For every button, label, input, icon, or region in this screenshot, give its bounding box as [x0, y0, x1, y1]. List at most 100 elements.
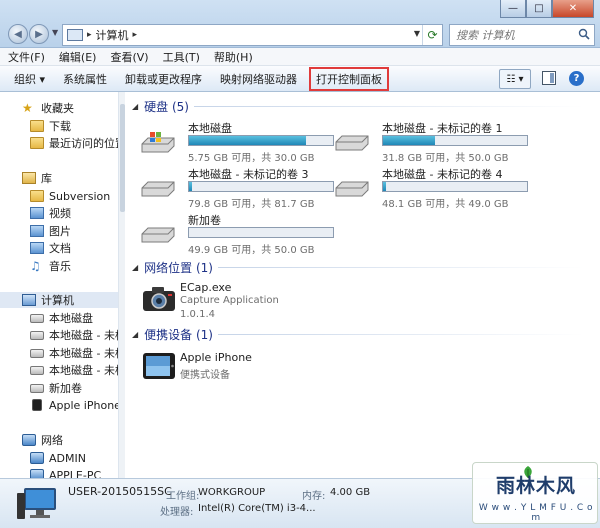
- nav-computer[interactable]: 计算机: [0, 292, 118, 308]
- preview-pane-icon[interactable]: [542, 71, 556, 85]
- drive-usage-bar: [188, 135, 334, 146]
- nav-apple-iphone[interactable]: Apple iPhone: [30, 397, 121, 413]
- drive-usage-bar: [188, 181, 334, 192]
- nav-drive-unlabeled-4[interactable]: 本地磁盘 - 未标记: [30, 362, 124, 378]
- nav-subversion[interactable]: Subversion: [30, 188, 110, 204]
- item-type: 便携式设备: [180, 370, 230, 381]
- folder-icon: [30, 190, 44, 202]
- network-computer-icon: [30, 452, 44, 464]
- drive-tile[interactable]: 本地磁盘 5.75 GB 可用，共 30.0 GB: [136, 120, 334, 164]
- minimize-button[interactable]: —: [500, 0, 526, 18]
- nav-label: ADMIN: [49, 451, 86, 465]
- nav-label: 音乐: [49, 260, 71, 273]
- nav-label: Apple iPhone: [49, 398, 121, 412]
- drive-space-info: 31.8 GB 可用，共 50.0 GB: [382, 153, 509, 164]
- star-icon: ★: [22, 101, 33, 115]
- drive-space-info: 79.8 GB 可用，共 81.7 GB: [188, 199, 315, 210]
- drive-usage-bar: [382, 181, 528, 192]
- nav-drive-unlabeled-3[interactable]: 本地磁盘 - 未标记: [30, 345, 124, 361]
- nav-network-apple-pc[interactable]: APPLE-PC: [30, 467, 101, 478]
- network-computer-icon: [30, 469, 44, 478]
- search-input[interactable]: [456, 28, 566, 42]
- group-divider: [194, 106, 584, 107]
- nav-new-volume[interactable]: 新加卷: [30, 380, 82, 396]
- nav-music[interactable]: ♫ 音乐: [30, 258, 71, 274]
- hard-drive-icon: [30, 365, 44, 375]
- workgroup-label: 工作组:: [166, 491, 200, 502]
- menu-file[interactable]: 文件(F): [8, 49, 45, 65]
- scrollbar-thumb[interactable]: [120, 104, 125, 212]
- hard-drive-icon: [335, 181, 369, 197]
- camera-icon: [143, 287, 175, 311]
- hard-drive-icon: [30, 313, 44, 323]
- nav-label: 库: [41, 172, 52, 185]
- group-header-portable-devices[interactable]: ◢ 便携设备 (1): [132, 326, 213, 343]
- nav-label: 本地磁盘 - 未标记: [49, 364, 124, 377]
- recent-pages-dropdown[interactable]: ▼: [52, 28, 58, 37]
- nav-libraries[interactable]: 库: [22, 170, 52, 186]
- nav-videos[interactable]: 视频: [30, 205, 71, 221]
- nav-downloads[interactable]: 下载: [30, 118, 71, 134]
- organize-button[interactable]: 组织 ▾: [14, 71, 45, 87]
- group-title: 便携设备 (1): [144, 328, 213, 342]
- drive-tile[interactable]: 本地磁盘 - 未标记的卷 4 48.1 GB 可用，共 49.0 GB: [330, 166, 528, 210]
- memory-label: 内存:: [302, 491, 326, 502]
- help-icon[interactable]: ?: [569, 71, 584, 86]
- menu-edit[interactable]: 编辑(E): [59, 49, 97, 65]
- item-name: ECap.exe: [180, 281, 232, 294]
- uninstall-program-button[interactable]: 卸载或更改程序: [125, 71, 202, 87]
- computer-icon: [22, 294, 36, 306]
- drive-usage-fill: [383, 182, 386, 191]
- back-button[interactable]: ◀: [8, 24, 28, 44]
- change-view-button[interactable]: ☷ ▾: [499, 69, 531, 89]
- drive-name: 本地磁盘: [188, 122, 232, 135]
- system-properties-button[interactable]: 系统属性: [63, 71, 107, 87]
- close-button[interactable]: ✕: [552, 0, 594, 18]
- address-dropdown-icon[interactable]: ▼: [414, 29, 420, 38]
- breadcrumb-computer[interactable]: 计算机: [96, 27, 129, 43]
- menu-help[interactable]: 帮助(H): [214, 49, 253, 65]
- hard-drive-icon: [30, 383, 44, 393]
- maximize-button[interactable]: □: [526, 0, 552, 18]
- nav-drive-unlabeled-1[interactable]: 本地磁盘 - 未标记: [30, 327, 124, 343]
- drive-tile[interactable]: 本地磁盘 - 未标记的卷 1 31.8 GB 可用，共 50.0 GB: [330, 120, 528, 164]
- folder-icon: [30, 120, 44, 132]
- search-icon[interactable]: [578, 28, 590, 40]
- group-header-drives[interactable]: ◢ 硬盘 (5): [132, 98, 189, 115]
- windows-drive-icon: [141, 132, 175, 153]
- drive-name: 本地磁盘 - 未标记的卷 3: [188, 168, 309, 181]
- group-divider: [218, 267, 584, 268]
- map-network-drive-button[interactable]: 映射网络驱动器: [220, 71, 297, 87]
- group-header-network-locations[interactable]: ◢ 网络位置 (1): [132, 259, 213, 276]
- nav-pictures[interactable]: 图片: [30, 223, 71, 239]
- nav-drive-local[interactable]: 本地磁盘: [30, 310, 93, 326]
- refresh-icon[interactable]: ⟳: [422, 25, 442, 45]
- address-bar[interactable]: ▸ 计算机 ▸ ▼ ⟳: [62, 24, 443, 46]
- collapse-arrow-icon[interactable]: ◢: [132, 330, 138, 339]
- content-pane: ◢ 硬盘 (5) 本地磁盘 5.75 GB 可用，共 30.0 GB 本地磁盘 …: [126, 92, 600, 478]
- drive-tile[interactable]: 新加卷 49.9 GB 可用，共 50.0 GB: [136, 212, 334, 256]
- collapse-arrow-icon[interactable]: ◢: [132, 263, 138, 272]
- site-watermark: 雨林木风 W w w . Y L M F U . C o m: [472, 462, 598, 524]
- title-bar: — □ ✕ ◀ ▶ ▼ ▸ 计算机 ▸ ▼ ⟳: [0, 0, 600, 48]
- breadcrumb-separator[interactable]: ▸: [87, 30, 92, 40]
- nav-network-admin[interactable]: ADMIN: [30, 450, 86, 466]
- breadcrumb-separator-2[interactable]: ▸: [133, 30, 138, 40]
- search-box[interactable]: [449, 24, 595, 46]
- menu-view[interactable]: 查看(V): [110, 49, 148, 65]
- navigation-scrollbar[interactable]: [118, 92, 125, 478]
- nav-network[interactable]: 网络: [22, 432, 63, 448]
- nav-recent-places[interactable]: 最近访问的位置: [30, 135, 124, 151]
- nav-favorites[interactable]: ★ 收藏夹: [22, 100, 74, 116]
- forward-button[interactable]: ▶: [29, 24, 49, 44]
- drive-space-info: 5.75 GB 可用，共 30.0 GB: [188, 153, 315, 164]
- collapse-arrow-icon[interactable]: ◢: [132, 102, 138, 111]
- drive-space-info: 49.9 GB 可用，共 50.0 GB: [188, 245, 315, 256]
- drive-name: 本地磁盘 - 未标记的卷 1: [382, 122, 503, 135]
- drive-tile[interactable]: 本地磁盘 - 未标记的卷 3 79.8 GB 可用，共 81.7 GB: [136, 166, 334, 210]
- hard-drive-icon: [141, 181, 175, 197]
- open-control-panel-button[interactable]: 打开控制面板: [309, 66, 390, 91]
- menu-tools[interactable]: 工具(T): [163, 49, 200, 65]
- nav-documents[interactable]: 文档: [30, 240, 71, 256]
- document-library-icon: [30, 242, 44, 254]
